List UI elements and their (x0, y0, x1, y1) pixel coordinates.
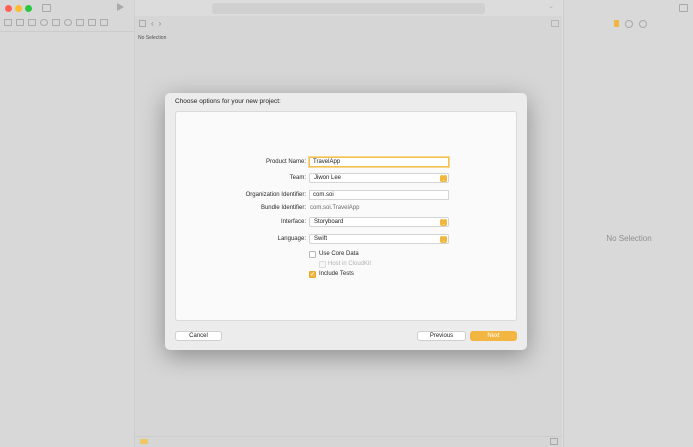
language-row: Language: Swift ⌃ ⌄ (176, 234, 518, 245)
tests-icon[interactable] (64, 19, 72, 26)
language-popup[interactable]: Swift ⌃ ⌄ (309, 234, 449, 244)
inspector-toggle-icon[interactable] (679, 4, 688, 12)
navigator-divider (0, 31, 134, 32)
navigator-pane (0, 0, 135, 447)
debug-bar (135, 436, 562, 447)
previous-button[interactable]: Previous (417, 331, 466, 341)
organization-identifier-row: Organization Identifier: com.soi (176, 190, 518, 201)
interface-label: Interface: (280, 219, 306, 225)
grid-icon[interactable] (139, 19, 146, 27)
source-control-icon[interactable] (16, 19, 24, 26)
issues-icon[interactable] (52, 19, 60, 26)
editor-no-selection: No Selection (138, 35, 167, 41)
zoom-window-button[interactable] (25, 5, 32, 12)
product-name-label: Product Name: (265, 159, 306, 165)
history-inspector-icon[interactable] (625, 20, 633, 28)
organization-identifier-label: Organization Identifier: (245, 192, 306, 198)
dialog-title: Choose options for your new project: (175, 98, 281, 105)
help-inspector-icon[interactable] (639, 20, 647, 28)
use-core-data-checkbox[interactable] (309, 251, 316, 258)
options-panel: Product Name: TravelApp Team: Jiwon Lee … (175, 111, 517, 321)
symbols-icon[interactable] (28, 19, 36, 26)
inspector-pane: No Selection (563, 0, 693, 447)
bundle-identifier-row: Bundle Identifier: com.soi.TravelApp (176, 203, 518, 214)
back-button[interactable]: ‹ (151, 19, 154, 28)
toolbar: ⌄ (135, 0, 562, 16)
minimize-window-button[interactable] (15, 5, 22, 12)
inspector-no-selection: No Selection (606, 234, 652, 243)
forward-button[interactable]: › (159, 19, 162, 28)
chevron-updown-icon: ⌃ ⌄ (440, 218, 447, 226)
language-value: Swift (314, 236, 328, 242)
include-tests-row: ✓ Include Tests (176, 270, 518, 281)
add-editor-icon[interactable] (551, 19, 559, 27)
use-core-data-label: Use Core Data (319, 251, 359, 257)
new-project-dialog: Choose options for your new project: Pro… (165, 93, 527, 350)
interface-popup[interactable]: Storyboard ⌃ ⌄ (309, 217, 449, 227)
close-window-button[interactable] (5, 5, 12, 12)
folder-icon[interactable] (4, 19, 12, 26)
team-row: Team: Jiwon Lee ⌃ ⌄ (176, 173, 518, 184)
navigator-tabs (4, 19, 108, 26)
panel-toggle-icon[interactable] (550, 438, 558, 445)
host-in-cloudkit-checkbox[interactable] (319, 261, 326, 268)
jump-bar: ‹ › (135, 16, 562, 30)
chevron-down-icon[interactable]: ⌄ (548, 2, 554, 10)
product-name-input[interactable]: TravelApp (309, 157, 449, 167)
window-titlebar (0, 0, 134, 16)
cancel-button[interactable]: Cancel (175, 331, 222, 341)
language-label: Language: (277, 236, 306, 242)
product-name-row: Product Name: TravelApp (176, 157, 518, 168)
activity-view (212, 3, 485, 14)
file-inspector-icon[interactable] (614, 20, 619, 27)
bundle-identifier-value: com.soi.TravelApp (310, 205, 360, 211)
team-label: Team: (289, 175, 306, 181)
sidebar-toggle-icon[interactable] (42, 4, 51, 12)
team-popup[interactable]: Jiwon Lee ⌃ ⌄ (309, 173, 449, 183)
include-tests-checkbox[interactable]: ✓ (309, 271, 316, 278)
team-value: Jiwon Lee (314, 175, 342, 181)
reports-icon[interactable] (100, 19, 108, 26)
host-in-cloudkit-label: Host in CloudKit (328, 261, 372, 267)
find-icon[interactable] (40, 19, 48, 26)
run-icon[interactable] (117, 3, 124, 11)
chevron-updown-icon: ⌃ ⌄ (440, 235, 447, 243)
interface-row: Interface: Storyboard ⌃ ⌄ (176, 217, 518, 228)
checkmark-icon: ✓ (310, 272, 316, 278)
organization-identifier-input[interactable]: com.soi (309, 190, 449, 200)
inspector-tabs (614, 20, 647, 28)
debug-icon[interactable] (76, 19, 84, 26)
include-tests-label: Include Tests (319, 271, 354, 277)
filter-icon[interactable] (140, 439, 148, 444)
chevron-updown-icon: ⌃ ⌄ (440, 174, 447, 182)
xcode-window: ⌄ ‹ › No Selection No Selection Choose o… (0, 0, 693, 447)
interface-value: Storyboard (314, 219, 344, 225)
bundle-identifier-label: Bundle Identifier: (260, 205, 306, 211)
next-button[interactable]: Next (470, 331, 517, 341)
breakpoints-icon[interactable] (88, 19, 96, 26)
